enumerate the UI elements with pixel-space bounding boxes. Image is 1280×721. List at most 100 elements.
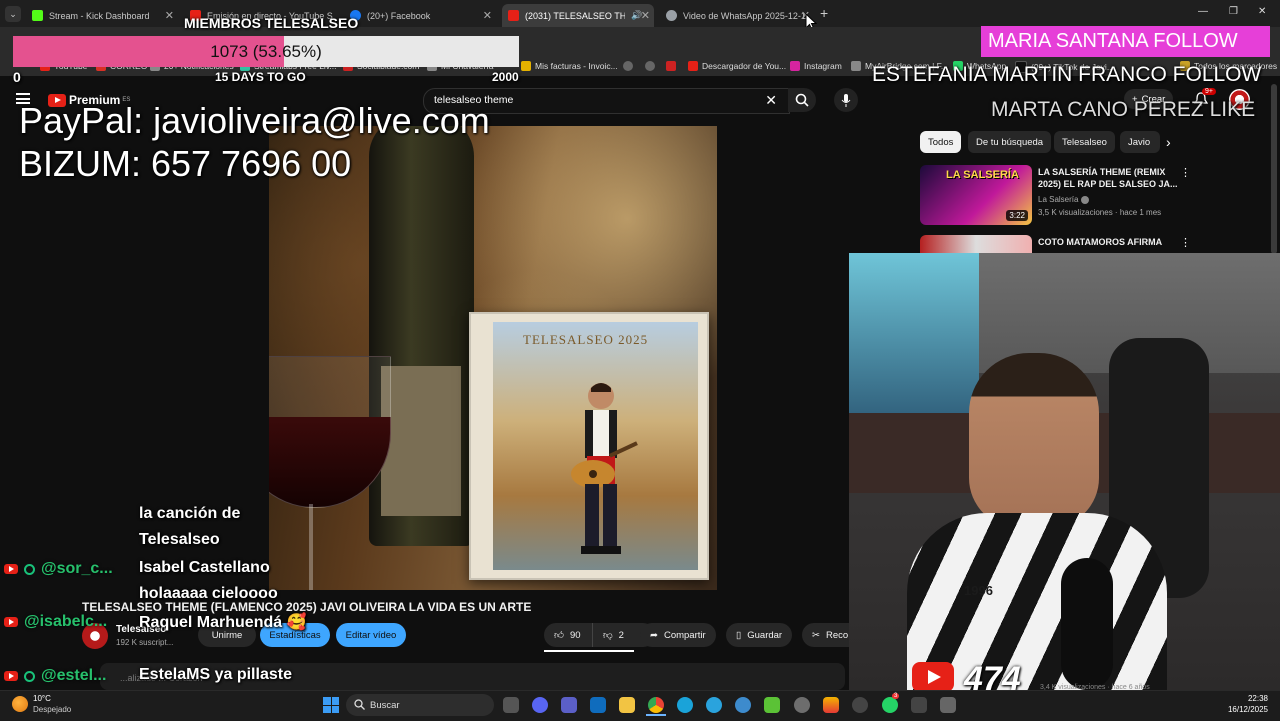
bookmark-icon-only[interactable]	[666, 61, 680, 71]
settings-icon[interactable]	[794, 697, 810, 713]
more-options-icon[interactable]: ⋮	[1180, 236, 1191, 249]
bookmark-icon-only[interactable]	[645, 61, 659, 71]
tab-kick-dashboard[interactable]: Stream - Kick Dashboard ✕	[26, 4, 178, 27]
tab-search-menu-button[interactable]: ⌄	[5, 6, 21, 22]
bookmark-item[interactable]: Instagram	[790, 61, 842, 71]
weather-temp: 10°C	[33, 694, 51, 703]
webcam-feed: 1996	[849, 253, 1280, 690]
shirt-print-image: 1996	[964, 583, 993, 598]
close-icon[interactable]: ✕	[483, 9, 492, 22]
voice-search-button[interactable]	[834, 88, 858, 112]
chat-message: la canción de	[139, 505, 241, 522]
outlook-icon[interactable]	[590, 697, 606, 713]
more-options-icon[interactable]: ⋮	[1180, 166, 1191, 179]
recommendation-title[interactable]: COTO MATAMOROS AFIRMA	[1038, 236, 1178, 248]
windows-start-icon[interactable]	[323, 697, 339, 713]
tab-telesalseo-theme[interactable]: (2031) TELESALSEO THEME 🔊 ✕	[502, 4, 654, 27]
thumbs-down-icon: 👎︎	[603, 630, 613, 641]
app-icon[interactable]	[940, 697, 956, 713]
globe-icon[interactable]	[735, 697, 751, 713]
weather-desc: Despejado	[33, 705, 72, 714]
album-photo: TELESALSEO 2025	[493, 322, 698, 570]
tab-facebook[interactable]: (20+) Facebook ✕	[344, 4, 496, 27]
telegram-icon[interactable]	[706, 697, 722, 713]
app-icon[interactable]	[823, 697, 839, 713]
goal-days-left: 15 DAYS TO GO	[215, 70, 306, 84]
youtube-icon	[4, 671, 18, 681]
bookmark-item[interactable]: Descargador de You...	[688, 61, 786, 71]
edit-video-button[interactable]: Editar vídeo	[336, 623, 406, 647]
whatsapp-icon[interactable]	[882, 697, 898, 713]
person-head-image	[969, 353, 1099, 528]
chat-message: Telesalseo	[139, 531, 220, 548]
capcut-icon[interactable]	[764, 697, 780, 713]
clear-search-icon[interactable]: ✕	[765, 92, 777, 109]
recommendation-meta: 3,5 K visualizaciones · hace 1 mes	[1038, 208, 1162, 217]
clock-time[interactable]: 22:38	[1222, 694, 1268, 703]
scissors-icon: ✂	[812, 629, 820, 641]
weather-icon[interactable]	[12, 696, 28, 712]
chevron-right-icon[interactable]: ›	[1166, 134, 1171, 150]
file-explorer-icon[interactable]	[619, 697, 635, 713]
edge-icon[interactable]	[677, 697, 693, 713]
teams-icon[interactable]	[561, 697, 577, 713]
obs-icon[interactable]	[852, 697, 868, 713]
tab-label: (20+) Facebook	[367, 10, 431, 21]
chat-row: @sor_c...	[4, 560, 113, 578]
duration-badge: 3:22	[1006, 210, 1028, 221]
taskbar-search[interactable]: Buscar	[346, 694, 494, 716]
minimize-button[interactable]: —	[1198, 6, 1208, 17]
youtube-icon	[4, 617, 18, 627]
notification-badge: 9+	[1202, 88, 1216, 95]
recommendation-title[interactable]: LA SALSERÍA THEME (REMIX 2025) EL RAP DE…	[1038, 166, 1178, 190]
thumbnail-logo-text: LA SALSERÍA	[946, 169, 1019, 181]
video-player[interactable]: TELESALSEO 2025	[269, 126, 717, 590]
search-icon	[354, 699, 365, 710]
search-button[interactable]	[788, 88, 816, 112]
clock-date[interactable]: 16/12/2025	[1212, 705, 1268, 714]
bookmark-item[interactable]: Mis facturas - Invoic...	[521, 61, 618, 71]
chat-message: EstelaMS ya pillaste	[139, 666, 292, 683]
paypal-overlay: PayPal: javioliveira@live.com	[19, 100, 490, 141]
chat-message: Isabel Castellano	[139, 559, 270, 576]
kick-icon	[32, 10, 43, 21]
save-button[interactable]: ▯ Guardar	[726, 623, 793, 647]
like-alert-3: MARTA CANO PEREZ LIKE	[991, 98, 1256, 121]
tab-label: Stream - Kick Dashboard	[49, 10, 150, 21]
chip-de-tu-busqueda[interactable]: De tu búsqueda	[968, 131, 1052, 153]
new-tab-button[interactable]: +	[820, 5, 828, 21]
windows-taskbar	[0, 690, 1280, 721]
goal-start: 0	[13, 69, 21, 85]
discord-icon[interactable]	[532, 697, 548, 713]
chat-row: @isabelc...	[4, 613, 107, 631]
close-icon[interactable]: ✕	[641, 9, 650, 22]
bottle-label-image	[381, 366, 461, 516]
recommendation-channel[interactable]: La Salsería	[1038, 195, 1089, 204]
bizum-overlay: BIZUM: 657 7696 00	[19, 143, 352, 184]
album-title-text: TELESALSEO 2025	[523, 332, 649, 347]
task-view-icon[interactable]	[503, 697, 519, 713]
member-badge-icon	[24, 563, 35, 575]
tab-whatsapp-video[interactable]: Video de WhatsApp 2025-12-1 ✕	[660, 4, 814, 27]
chrome-icon[interactable]	[648, 697, 664, 713]
tab-label: Video de WhatsApp 2025-12-1	[683, 10, 806, 21]
subscriber-count: 192 K suscript...	[116, 638, 174, 647]
chat-username: @sor_c...	[41, 560, 113, 577]
monitor-image	[849, 253, 979, 423]
share-icon: ➦	[650, 629, 658, 641]
search-icon	[795, 93, 809, 107]
snipping-tool-icon[interactable]	[911, 697, 927, 713]
close-window-button[interactable]: ✕	[1258, 6, 1266, 17]
close-icon[interactable]: ✕	[165, 9, 174, 22]
bookmark-icon-only[interactable]	[623, 61, 637, 71]
wine-glass-stem	[309, 504, 313, 590]
chip-todos[interactable]: Todos	[920, 131, 962, 153]
chat-message: Raquel Marhuendá 🥰	[139, 614, 307, 631]
maximize-button[interactable]: ❐	[1229, 6, 1238, 17]
microphone-image	[1061, 558, 1113, 690]
recommendation-thumbnail[interactable]: LA SALSERÍA 3:22	[920, 165, 1032, 225]
chip-telesalseo[interactable]: Telesalseo	[1054, 131, 1115, 153]
sidebar-scrollbar[interactable]	[1271, 84, 1277, 254]
chip-javio[interactable]: Javio	[1120, 131, 1160, 153]
share-button[interactable]: ➦ Compartir	[640, 623, 716, 647]
